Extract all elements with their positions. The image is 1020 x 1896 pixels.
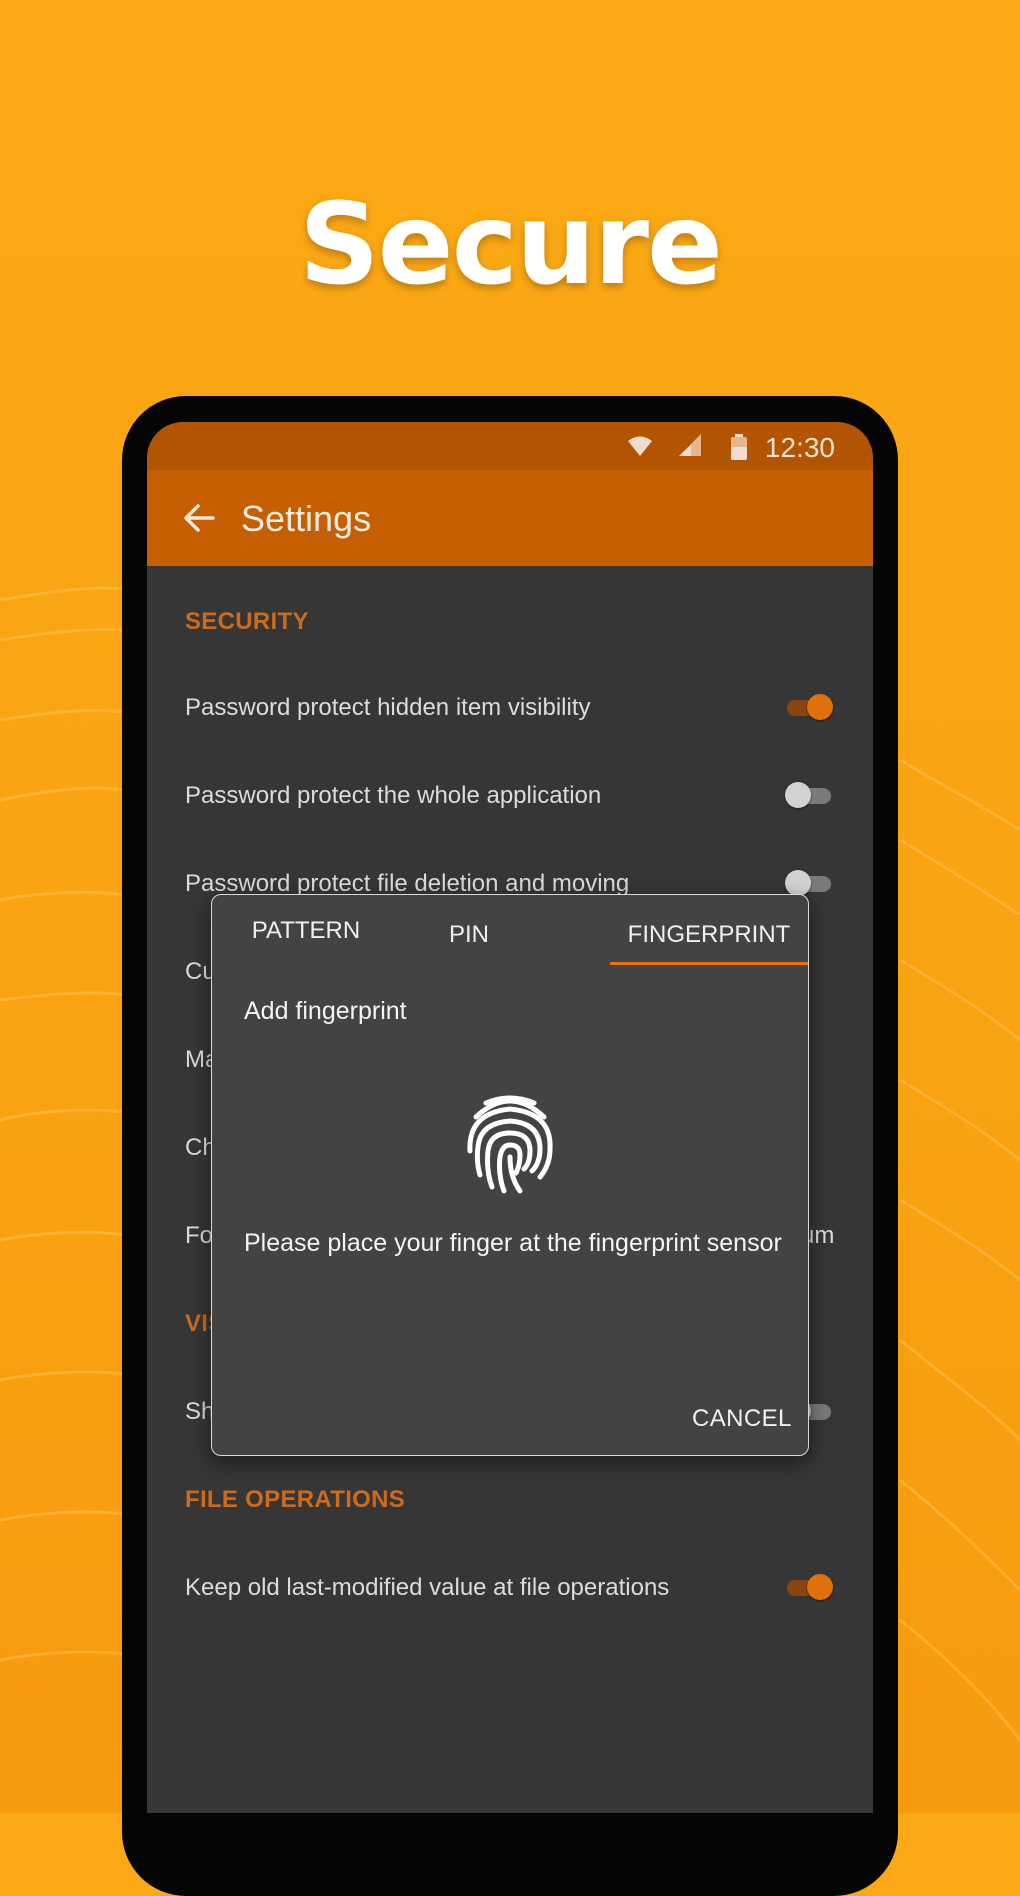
section-header-security: SECURITY <box>185 608 309 635</box>
setting-label-partial[interactable]: Fo <box>185 1222 213 1250</box>
security-dialog: PATTERN PIN FINGERPRINT Add fingerprint … <box>211 894 809 1456</box>
dialog-message: Please place your finger at the fingerpr… <box>244 1229 782 1257</box>
tab-fingerprint[interactable]: FINGERPRINT <box>610 921 808 949</box>
section-header-file-operations: FILE OPERATIONS <box>185 1486 406 1513</box>
tab-selected-indicator <box>610 962 808 965</box>
toggle-thumb <box>807 1574 833 1600</box>
setting-label-hidden-visibility[interactable]: Password protect hidden item visibility <box>185 694 591 722</box>
back-arrow-icon[interactable] <box>179 498 219 538</box>
setting-label-partial[interactable]: Sh <box>185 1398 214 1426</box>
setting-label-keep-last-modified[interactable]: Keep old last-modified value at file ope… <box>185 1574 669 1602</box>
tab-pin[interactable]: PIN <box>410 921 528 949</box>
toggle-file-deletion[interactable] <box>785 869 831 897</box>
toggle-whole-application[interactable] <box>785 781 831 809</box>
headline: Secure <box>299 180 723 310</box>
dialog-title: Add fingerprint <box>244 997 407 1025</box>
setting-label-whole-application[interactable]: Password protect the whole application <box>185 782 601 810</box>
wifi-icon <box>628 436 652 456</box>
toggle-thumb <box>785 782 811 808</box>
toggle-thumb <box>785 870 811 896</box>
page-title: Settings <box>241 498 372 539</box>
status-bar: 12:30 <box>147 422 873 470</box>
battery-icon <box>731 434 747 460</box>
cancel-button[interactable]: CANCEL <box>692 1405 792 1433</box>
fingerprint-icon <box>467 1095 553 1194</box>
toggle-keep-last-modified[interactable] <box>785 1573 833 1601</box>
app-bar: Settings <box>147 470 873 566</box>
signal-icon <box>679 434 701 456</box>
status-time: 12:30 <box>764 432 835 463</box>
toggle-thumb <box>807 694 833 720</box>
toggle-hidden-visibility[interactable] <box>785 693 833 721</box>
tab-pattern[interactable]: PATTERN <box>242 917 370 945</box>
